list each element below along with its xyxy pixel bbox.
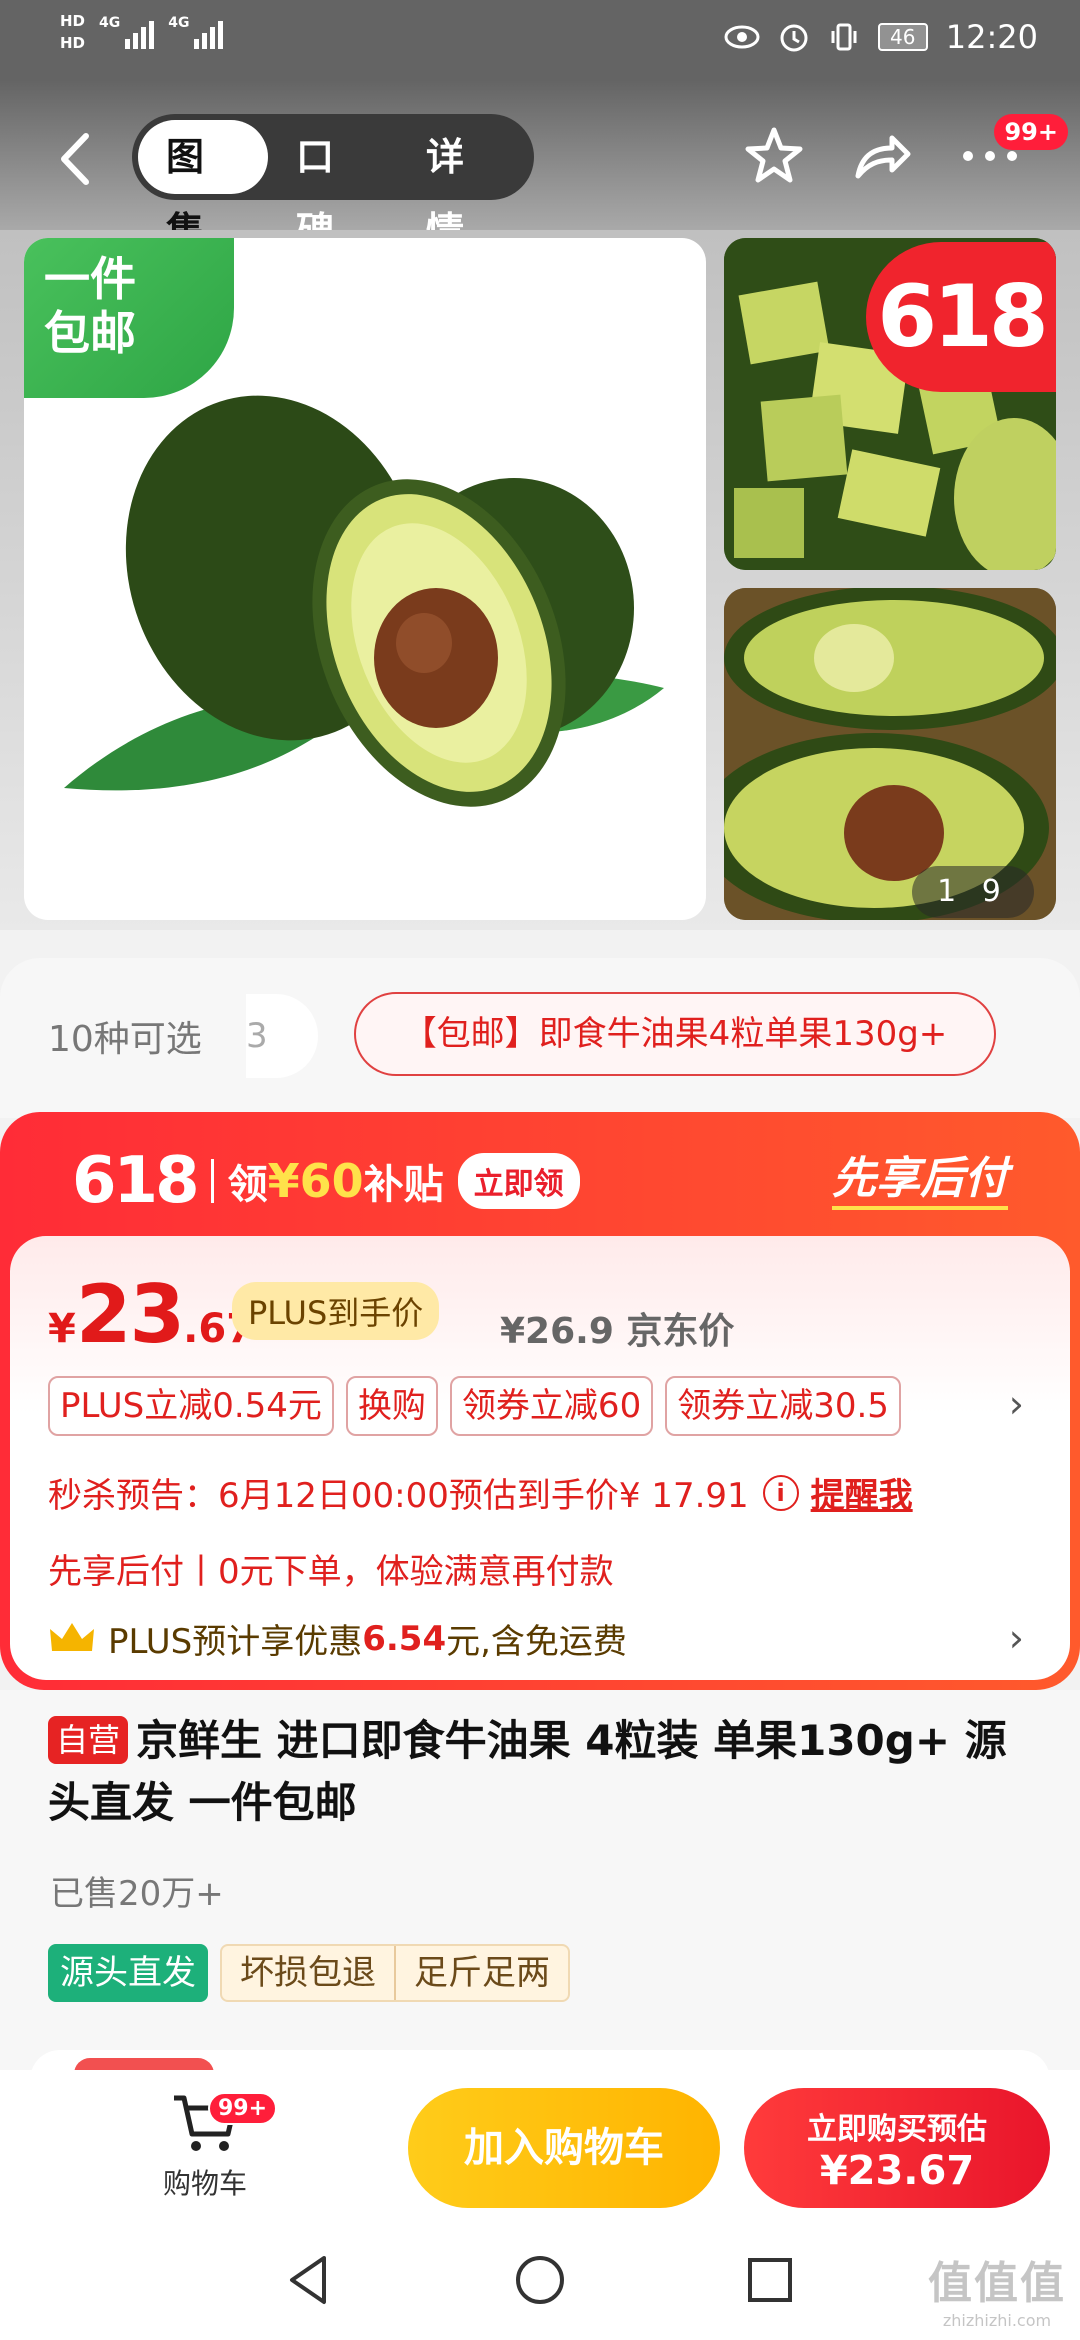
price-integer: 23 [75,1268,185,1361]
claim-now-button[interactable]: 立即领 [457,1153,580,1209]
status-right: 46 12:20 [724,18,1038,56]
hd-indicators: HD HD [60,10,85,54]
clock: 12:20 [945,18,1038,56]
battery-icon: 46 [877,23,928,51]
alarm-icon [780,24,808,52]
claim-suffix: 补贴 [363,1162,444,1208]
bottom-action-bar: 99+ 购物车 加入购物车 立即购买预估 ¥23.67 [0,2070,1080,2220]
sold-count: 已售20万+ [50,1874,224,1914]
seckill-text: 秒杀预告：6月12日00:00预估到手价¥ 17.91 [48,1476,749,1516]
coupon-60[interactable]: 领券立减60 [449,1376,654,1436]
watermark-url: zhizhizhi.com [942,2311,1052,2330]
cart-button[interactable]: 99+ 购物车 [140,2090,278,2202]
nav-home-icon[interactable] [510,2250,570,2310]
product-header: 图集 口碑 详情 99+ [0,80,1080,253]
pay-later-line[interactable]: 先享后付丨0元下单，体验满意再付款 [48,1544,614,1593]
coupon-list[interactable]: PLUS立减0.54元 换购 领券立减60 领券立减30.5 [48,1376,901,1436]
eye-icon [724,25,760,49]
main-product-image[interactable]: 一件 包邮 [24,238,706,920]
plus-chevron-icon[interactable]: › [1009,1616,1024,1660]
hd2-label: HD [60,34,86,52]
nav-recents-icon[interactable] [740,2250,800,2310]
free-shipping-ribbon: 一件 包邮 [24,238,234,398]
product-info: 自营 京鲜生 进口即食牛油果 4粒装 单果130g+ 源头直发 一件包邮 已售20… [0,1690,1080,2070]
guarantee-tags: 坏损包退 足斤足两 [220,1944,570,2002]
tab-gallery[interactable]: 图集 [138,120,268,253]
crown-icon [50,1622,94,1651]
option-chip-partial[interactable]: 3 [246,994,318,1078]
618-badge: 618 [866,242,1056,392]
image-gallery: 一件 包邮 618 1 9 [0,230,1080,930]
product-title-text: 京鲜生 进口即食牛油果 4粒装 单果130g+ 源头直发 一件包邮 [48,1716,1007,1827]
price-panel: ¥ 23 .67 PLUS到手价 ¥26.9 京东价 PLUS立减0.54元 换… [10,1236,1070,1680]
status-bar: HD HD 4G 4G 46 12:20 [0,0,1080,80]
buy-now-button[interactable]: 立即购买预估 ¥23.67 [744,2088,1050,2208]
direct-from-origin-tag: 源头直发 [48,1944,208,2002]
service-tags[interactable]: 源头直发 坏损包退 足斤足两 [48,1944,570,2002]
seckill-preview: 秒杀预告：6月12日00:00预估到手价¥ 17.91 i 提醒我 [48,1468,913,1517]
add-to-cart-button[interactable]: 加入购物车 [408,2088,720,2208]
coupon-plus-discount[interactable]: PLUS立减0.54元 [48,1376,334,1436]
remind-me-link[interactable]: 提醒我 [811,1468,913,1517]
buy-now-label: 立即购买预估 [807,2112,987,2147]
plus-price-tag: PLUS到手价 [232,1282,440,1340]
cart-label: 购物车 [162,2167,247,2200]
product-title: 自营 京鲜生 进口即食牛油果 4粒装 单果130g+ 源头直发 一件包邮 [48,1710,1048,1834]
coupon-chevron-icon[interactable]: › [1009,1382,1024,1426]
hd1-label: HD [60,12,86,30]
full-weight-tag: 足斤足两 [394,1946,568,2000]
thumbnail-1[interactable]: 618 [724,238,1056,570]
plus-line-prefix: PLUS预计享优惠 [108,1622,363,1662]
share-icon[interactable] [850,124,914,188]
damage-refund-tag: 坏损包退 [240,1953,376,1993]
signal-group: HD HD 4G 4G [60,10,224,54]
plus-line-amount: 6.54 [362,1618,447,1659]
self-operated-badge: 自营 [48,1716,129,1764]
info-icon[interactable]: i [762,1474,799,1511]
claim-amount: ¥60 [267,1154,364,1208]
message-badge: 99+ [994,114,1068,150]
claim-prefix: 领 [227,1162,268,1208]
tab-details[interactable]: 详情 [398,120,528,253]
ribbon-line1: 一件 [44,252,136,306]
cart-count-badge: 99+ [208,2092,278,2125]
tab-bar: 图集 口碑 详情 [132,114,534,253]
coupon-exchange[interactable]: 换购 [345,1376,438,1436]
promo-divider [210,1159,214,1203]
pay-later-badge: 先享后付 [832,1142,1008,1210]
tab-reviews[interactable]: 口碑 [268,120,398,253]
promo-banner: 618 领 ¥60 补贴 立即领 [72,1144,580,1218]
signal-2-icon: 4G [168,15,224,49]
image-pager: 1 9 [912,866,1034,918]
coupon-30-5[interactable]: 领券立减30.5 [665,1376,901,1436]
promo-card: 618 领 ¥60 补贴 立即领 先享后付 ¥ 23 .67 PLUS到手价 ¥… [0,1112,1080,1690]
star-favorite-icon[interactable] [742,124,806,188]
buy-now-price: ¥23.67 [819,2148,975,2194]
currency-symbol: ¥ [48,1306,76,1352]
nav-back-icon[interactable] [280,2250,340,2310]
jd-price: ¥26.9 京东价 [500,1311,735,1352]
system-nav-bar: 值值值 zhizhizhi.com [0,2220,1080,2340]
plus-line-suffix: 元,含免运费 [446,1622,627,1662]
option-chip-selected[interactable]: 【包邮】即食牛油果4粒单果130g+ [354,992,996,1076]
plus-price: ¥ 23 .67 [48,1268,254,1361]
option-count[interactable]: 10种可选 [48,1010,202,1062]
signal-1-icon: 4G [99,15,155,49]
plus-savings-line[interactable]: PLUS预计享优惠 6.54 元,含免运费 [48,1614,627,1663]
watermark: 值值值 zhizhizhi.com [928,2247,1066,2330]
promo-618-logo: 618 [72,1144,200,1218]
watermark-logo: 值值值 [928,2258,1066,2309]
back-arrow-icon[interactable] [50,124,100,194]
sku-option-row: 10种可选 3 【包邮】即食牛油果4粒单果130g+ [0,958,1080,1118]
vibrate-icon [831,23,857,51]
ribbon-line2: 包邮 [44,306,136,360]
